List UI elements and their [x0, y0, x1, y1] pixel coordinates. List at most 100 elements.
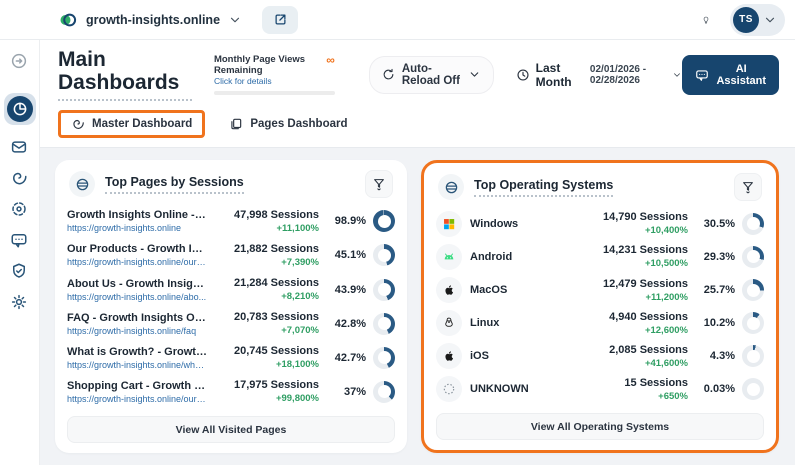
- progress-donut: [373, 244, 395, 267]
- percent-value: 30.5%: [703, 217, 735, 230]
- analytics-pie-icon: [6, 96, 33, 122]
- progress-donut: [373, 278, 395, 301]
- table-row[interactable]: Shopping Cart - Growth Insights ... http…: [67, 375, 395, 409]
- view-all-pages-button[interactable]: View All Visited Pages: [67, 416, 395, 443]
- tips-button[interactable]: [696, 10, 716, 30]
- windows-icon: [436, 210, 462, 237]
- percent-value: 37%: [343, 385, 366, 398]
- sidebar-item-shield[interactable]: [10, 262, 30, 282]
- card-title: Top Pages by Sessions: [105, 175, 244, 194]
- tab-master-dashboard[interactable]: Master Dashboard: [58, 110, 206, 139]
- sessions-value: 20,745 Sessions: [233, 345, 319, 358]
- row-title: UNKNOWN: [470, 383, 529, 396]
- row-url-link[interactable]: https://growth-insights.online/wha...: [67, 360, 207, 370]
- content-header: Main Dashboards Monthly Page Views Remai…: [40, 40, 795, 149]
- row-title: What is Growth? - Growth Insight...: [67, 345, 207, 358]
- view-all-os-button[interactable]: View All Operating Systems: [436, 413, 764, 440]
- table-icon: [438, 174, 464, 201]
- user-menu[interactable]: TS: [730, 3, 785, 36]
- table-row[interactable]: Windows 14,790 Sessions +10,400% 30.5%: [436, 207, 764, 240]
- auto-reload-dropdown[interactable]: Auto-Reload Off: [368, 55, 494, 94]
- filter-button[interactable]: [734, 173, 762, 202]
- percent-value: 25.7%: [703, 284, 735, 297]
- table-row[interactable]: FAQ - Growth Insights Online https://gro…: [67, 307, 395, 341]
- row-title: Android: [470, 250, 513, 263]
- settings-icon: [10, 293, 30, 313]
- row-url-link[interactable]: https://growth-insights.online: [67, 223, 207, 233]
- table-row[interactable]: Android 14,231 Sessions +10,500% 29.3%: [436, 240, 764, 273]
- sessions-value: 17,975 Sessions: [233, 379, 319, 392]
- sessions-value: 2,085 Sessions: [609, 343, 688, 356]
- row-url-link[interactable]: https://growth-insights.online/our-...: [67, 394, 207, 404]
- delta-badge: +7,070%: [281, 325, 319, 337]
- filter-button[interactable]: [365, 170, 393, 199]
- row-url-link[interactable]: https://growth-insights.online/abo...: [67, 292, 207, 302]
- row-url-link[interactable]: https://growth-insights.online/our-...: [67, 257, 207, 267]
- delta-badge: +99,800%: [275, 393, 319, 405]
- tab-pages-dashboard[interactable]: Pages Dashboard: [217, 111, 359, 137]
- spiral-icon: [71, 117, 85, 131]
- table-row[interactable]: About Us - Growth Insights Online https:…: [67, 272, 395, 306]
- percent-value: 29.3%: [703, 250, 735, 263]
- open-site-button[interactable]: [262, 5, 299, 34]
- external-link-icon: [273, 12, 288, 27]
- dashboard-screen: growth-insights.online TS Main Dashboard…: [0, 0, 795, 465]
- row-title: Our Products - Growth Insights O...: [67, 243, 207, 256]
- sidebar: [0, 40, 40, 465]
- chevron-down-icon[interactable]: [228, 13, 242, 27]
- funnel-icon: [741, 180, 755, 194]
- progress-donut: [373, 312, 395, 335]
- table-row[interactable]: iOS 2,085 Sessions +41,600% 4.3%: [436, 340, 764, 373]
- clock-icon: [516, 68, 530, 82]
- progress-donut: [742, 312, 764, 335]
- quota-widget[interactable]: Monthly Page Views Remaining Click for d…: [213, 53, 335, 96]
- sidebar-item-analytics-pie[interactable]: [3, 93, 36, 125]
- quota-details-link[interactable]: Click for details: [214, 76, 326, 86]
- row-title: About Us - Growth Insights Online: [67, 277, 207, 290]
- linux-icon: [436, 310, 462, 337]
- date-range-picker[interactable]: 02/01/2026 - 02/28/2026: [590, 64, 683, 86]
- progress-donut: [742, 279, 764, 302]
- refresh-icon: [382, 68, 395, 81]
- row-url-link[interactable]: https://growth-insights.online/faq: [67, 326, 207, 336]
- page-title: Main Dashboards: [58, 48, 192, 102]
- table-row[interactable]: What is Growth? - Growth Insight... http…: [67, 341, 395, 375]
- sidebar-item-settings[interactable]: [10, 293, 30, 313]
- progress-donut: [373, 346, 395, 369]
- site-selector[interactable]: growth-insights.online: [86, 13, 220, 27]
- sidebar-item-chat[interactable]: [10, 231, 30, 251]
- percent-value: 45.1%: [334, 249, 366, 262]
- table-row[interactable]: Linux 4,940 Sessions +12,600% 10.2%: [436, 307, 764, 340]
- spiral-icon: [10, 169, 30, 189]
- collapse-arrow-icon: [10, 52, 30, 72]
- row-title: iOS: [470, 350, 489, 363]
- row-title: Shopping Cart - Growth Insights ...: [67, 379, 207, 392]
- lightbulb-icon: [702, 16, 710, 24]
- percent-value: 4.3%: [709, 350, 735, 363]
- sidebar-item-target[interactable]: [10, 200, 30, 220]
- site-logo-icon: [58, 10, 78, 30]
- table-row[interactable]: MacOS 12,479 Sessions +11,200% 25.7%: [436, 273, 764, 306]
- percent-value: 0.03%: [703, 383, 735, 396]
- sidebar-item-spiral[interactable]: [10, 169, 30, 189]
- apple-icon: [436, 343, 462, 370]
- delta-badge: +12,600%: [644, 324, 688, 336]
- ai-assistant-button[interactable]: AI Assistant: [682, 54, 779, 95]
- table-row[interactable]: Our Products - Growth Insights O... http…: [67, 238, 395, 272]
- top-pages-card: Top Pages by Sessions Growth Insights On…: [55, 160, 407, 453]
- chat-icon: [10, 231, 30, 251]
- delta-badge: +41,600%: [644, 357, 688, 369]
- sidebar-item-inbox[interactable]: [10, 138, 30, 158]
- table-row[interactable]: UNKNOWN 15 Sessions +650% 0.03%: [436, 373, 764, 406]
- table-row[interactable]: Growth Insights Online - Growth I... htt…: [67, 204, 395, 238]
- progress-donut: [742, 378, 764, 401]
- quota-label: Monthly Page Views Remaining: [213, 53, 306, 77]
- chevron-down-icon: [672, 70, 682, 80]
- sidebar-item-collapse-arrow[interactable]: [10, 52, 30, 72]
- percent-value: 10.2%: [703, 317, 735, 330]
- progress-donut: [742, 245, 764, 268]
- progress-donut: [742, 345, 764, 368]
- delta-badge: +18,100%: [275, 359, 319, 371]
- pages-icon: [229, 117, 243, 131]
- delta-badge: +11,200%: [645, 291, 688, 303]
